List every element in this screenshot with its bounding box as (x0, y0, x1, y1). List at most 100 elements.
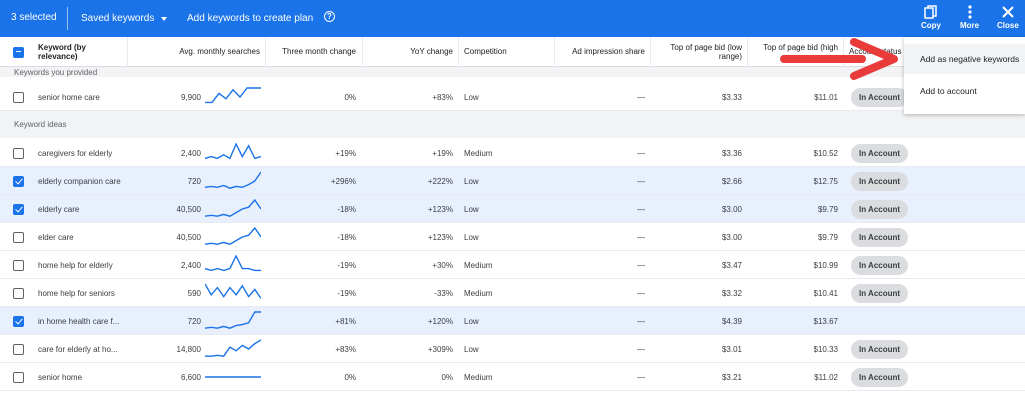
checkbox-cell (13, 139, 27, 167)
avg-searches-cell: 40,500 (176, 232, 201, 242)
table-row[interactable]: care for elderly at ho... 14,800 +83% +309%… (0, 335, 1025, 363)
trend-sparkline (205, 227, 261, 245)
keyword-cell[interactable]: senior home (38, 363, 126, 391)
trend-sparkline (205, 339, 261, 357)
select-all-checkbox[interactable] (13, 46, 24, 58)
bid-low-cell: $3.00 (721, 232, 742, 242)
row-checkbox[interactable] (13, 343, 24, 355)
keyword-cell[interactable]: home help for seniors (38, 279, 126, 307)
keyword-cell[interactable]: caregivers for elderly (38, 139, 126, 167)
row-checkbox[interactable] (13, 175, 24, 187)
bid-low-cell: $2.66 (721, 176, 742, 186)
row-checkbox[interactable] (13, 231, 24, 243)
col-competition[interactable]: Competition (464, 37, 552, 67)
toolbar-divider (67, 7, 68, 30)
table-row[interactable]: in home health care f... 720 +81% +120% Low —… (0, 307, 1025, 335)
row-checkbox[interactable] (13, 147, 24, 159)
keyword-cell[interactable]: elderly companion care (38, 167, 126, 195)
bid-low-cell: $3.33 (721, 92, 742, 102)
keyword-cell[interactable]: in home health care f... (38, 307, 126, 335)
yoy-cell: -33% (434, 288, 453, 298)
row-checkbox[interactable] (13, 371, 24, 383)
col-keyword[interactable]: Keyword (by relevance) (38, 37, 124, 67)
copy-button[interactable]: Copy (921, 4, 941, 30)
three-month-cell: +296% (330, 176, 356, 186)
keyword-cell[interactable]: elder care (38, 223, 126, 251)
bid-high-cell: $9.79 (817, 204, 838, 214)
checkbox-cell (13, 363, 27, 391)
close-button[interactable]: Close (997, 4, 1019, 30)
close-label: Close (997, 21, 1019, 30)
bid-low-cell: $4.39 (721, 316, 742, 326)
keyword-cell[interactable]: care for elderly at ho... (38, 335, 126, 363)
menu-add-to-account[interactable]: Add to account (904, 76, 1025, 106)
col-ad-impression-share[interactable]: Ad impression share (557, 37, 645, 67)
ad-share-cell: — (637, 260, 645, 270)
three-month-cell: -19% (337, 288, 356, 298)
row-checkbox[interactable] (13, 259, 24, 271)
avg-searches-cell: 14,800 (176, 344, 201, 354)
menu-add-negative-keywords[interactable]: Add as negative keywords (904, 44, 1025, 74)
in-account-badge: In Account (851, 255, 909, 275)
trend-line (205, 283, 261, 299)
row-checkbox[interactable] (13, 203, 24, 215)
selection-count: 3 selected (11, 12, 57, 23)
competition-cell: Medium (464, 288, 493, 298)
bid-low-cell: $3.21 (721, 372, 742, 382)
col-avg-monthly-searches[interactable]: Avg. monthly searches (130, 37, 260, 67)
col-bid-low[interactable]: Top of page bid (low range) (653, 37, 742, 67)
trend-line (205, 199, 261, 217)
close-icon (1002, 6, 1014, 18)
ad-share-cell: — (637, 344, 645, 354)
three-month-cell: 0% (344, 372, 356, 382)
row-checkbox[interactable] (13, 315, 24, 327)
keyword-cell[interactable]: home help for elderly (38, 251, 126, 279)
saved-keywords-label: Saved keywords (81, 13, 155, 24)
account-status-cell: In Account (851, 363, 911, 391)
table-row[interactable]: home help for seniors 590 -19% -33% Medium — $… (0, 279, 1025, 307)
col-divider (362, 37, 363, 67)
yoy-cell: +83% (432, 92, 453, 102)
keyword-cell[interactable]: elderly care (38, 195, 126, 223)
trend-line (205, 87, 261, 104)
yoy-cell: +309% (427, 344, 453, 354)
competition-cell: Medium (464, 260, 493, 270)
trend-line (205, 171, 261, 189)
competition-cell: Low (464, 92, 479, 102)
more-button[interactable]: More (960, 4, 979, 30)
three-month-cell: -18% (337, 232, 356, 242)
table-row[interactable]: home help for elderly 2,400 -19% +30% Medium… (0, 251, 1025, 279)
account-status-cell: In Account (851, 139, 911, 167)
ad-share-cell: — (637, 232, 645, 242)
bid-high-cell: $12.75 (813, 176, 838, 186)
help-icon[interactable]: ? (324, 11, 335, 22)
checkbox-cell (13, 335, 27, 363)
table-row[interactable]: elderly care 40,500 -18% +123% Low — $3.00 $9.7… (0, 195, 1025, 223)
saved-keywords-dropdown[interactable]: Saved keywords (81, 13, 168, 24)
table-row[interactable]: caregivers for elderly 2,400 +19% +19% Mediu… (0, 139, 1025, 167)
col-three-month-change[interactable]: Three month change (268, 37, 356, 67)
row-checkbox[interactable] (13, 91, 24, 103)
trend-cell (205, 363, 261, 391)
col-yoy-change[interactable]: YoY change (365, 37, 453, 67)
trend-cell (205, 279, 261, 307)
three-month-cell: +19% (335, 148, 356, 158)
account-status-cell: In Account (851, 335, 911, 363)
checkbox-cell (13, 223, 27, 251)
table-row[interactable]: senior home care 9,900 0% +83% Low — $3.33 $11.… (0, 83, 1025, 111)
avg-searches-cell: 9,900 (180, 92, 201, 102)
in-account-badge: In Account (851, 339, 909, 359)
avg-searches-cell: 590 (187, 288, 201, 298)
table-row[interactable]: elder care 40,500 -18% +123% Low — $3.00 $9.79 I… (0, 223, 1025, 251)
add-keywords-to-plan-button[interactable]: Add keywords to create plan (187, 13, 313, 24)
keyword-cell[interactable]: senior home care (38, 83, 126, 111)
trend-sparkline (205, 171, 261, 189)
trend-cell (205, 195, 261, 223)
bid-high-cell: $11.01 (814, 92, 838, 102)
table-row[interactable]: elderly companion care 720 +296% +222% Low — $… (0, 167, 1025, 195)
ad-share-cell: — (637, 176, 645, 186)
trend-cell (205, 223, 261, 251)
row-checkbox[interactable] (13, 287, 24, 299)
trend-sparkline (205, 87, 261, 104)
table-row[interactable]: senior home 6,600 0% 0% Medium — $3.21 $11.02 In… (0, 363, 1025, 391)
